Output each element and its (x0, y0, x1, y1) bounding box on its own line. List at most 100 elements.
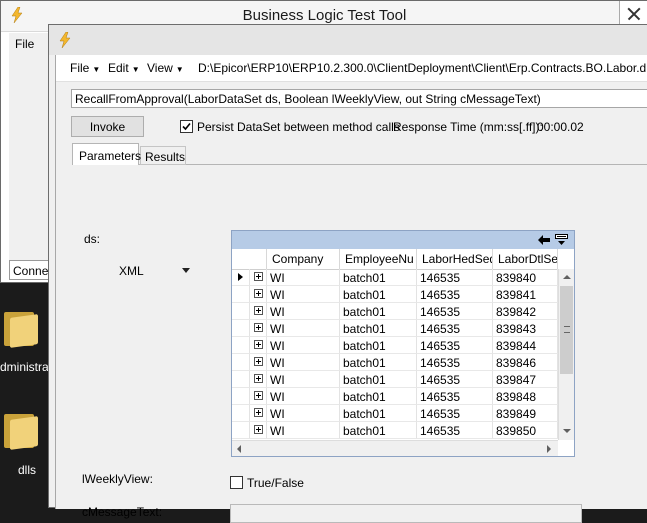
table-row[interactable]: WI batch01 146535 839848 (232, 388, 558, 405)
row-expander-cell[interactable] (250, 354, 267, 371)
menu-view[interactable]: View ▼ (147, 61, 184, 75)
cell-company[interactable]: WI (267, 388, 340, 405)
cell-labordtlseq[interactable]: 839842 (493, 303, 558, 320)
desktop-icon-dlls[interactable]: dlls (0, 410, 50, 480)
row-expander-cell[interactable] (250, 320, 267, 337)
cell-labordtlseq[interactable]: 839844 (493, 337, 558, 354)
menu-file[interactable]: File ▼ (70, 61, 100, 75)
table-row[interactable]: WI batch01 146535 839843 (232, 320, 558, 337)
column-header-laborhedseq[interactable]: LaborHedSeq (417, 249, 493, 269)
row-expander-cell[interactable] (250, 388, 267, 405)
cell-employeenum[interactable]: batch01 (340, 405, 417, 422)
row-expander-cell[interactable] (250, 405, 267, 422)
expand-plus-icon[interactable] (254, 323, 263, 332)
cell-employeenum[interactable]: batch01 (340, 286, 417, 303)
table-row[interactable]: WI batch01 146535 839847 (232, 371, 558, 388)
cell-laborhedseq[interactable]: 146535 (417, 269, 493, 286)
cell-labordtlseq[interactable]: 839847 (493, 371, 558, 388)
cell-laborhedseq[interactable]: 146535 (417, 371, 493, 388)
table-row[interactable]: WI batch01 146535 839846 (232, 354, 558, 371)
tab-results[interactable]: Results (140, 146, 186, 165)
message-text-field[interactable] (230, 504, 582, 523)
back-connection-tab[interactable]: Conne (9, 260, 53, 280)
table-row[interactable]: WI batch01 146535 839849 (232, 405, 558, 422)
cell-company[interactable]: WI (267, 405, 340, 422)
row-selector[interactable] (232, 354, 250, 371)
cell-company[interactable]: WI (267, 422, 340, 439)
table-row[interactable]: WI batch01 146535 839844 (232, 337, 558, 354)
cell-employeenum[interactable]: batch01 (340, 269, 417, 286)
expand-plus-icon[interactable] (254, 340, 263, 349)
row-selector[interactable] (232, 371, 250, 388)
expand-plus-icon[interactable] (254, 408, 263, 417)
cell-company[interactable]: WI (267, 354, 340, 371)
cell-laborhedseq[interactable]: 146535 (417, 354, 493, 371)
scroll-right-icon[interactable] (547, 445, 551, 453)
cell-company[interactable]: WI (267, 371, 340, 388)
desktop-icon-administrator[interactable]: dministra (0, 308, 50, 378)
cell-laborhedseq[interactable]: 146535 (417, 286, 493, 303)
method-window-titlebar[interactable] (49, 25, 647, 55)
cell-laborhedseq[interactable]: 146535 (417, 405, 493, 422)
cell-company[interactable]: WI (267, 303, 340, 320)
row-expander-cell[interactable] (250, 371, 267, 388)
persist-dataset-checkbox[interactable] (180, 120, 193, 133)
cell-labordtlseq[interactable]: 839850 (493, 422, 558, 439)
expand-plus-icon[interactable] (254, 391, 263, 400)
arrow-left-icon[interactable] (538, 235, 550, 245)
table-row[interactable]: WI batch01 146535 839842 (232, 303, 558, 320)
row-expander-cell[interactable] (250, 286, 267, 303)
cell-employeenum[interactable]: batch01 (340, 388, 417, 405)
table-row[interactable]: WI batch01 146535 839840 (232, 269, 558, 286)
back-file-menu[interactable]: File (15, 37, 34, 51)
cell-labordtlseq[interactable]: 839840 (493, 269, 558, 286)
invoke-button[interactable]: Invoke (71, 116, 144, 137)
cell-employeenum[interactable]: batch01 (340, 354, 417, 371)
cell-laborhedseq[interactable]: 146535 (417, 320, 493, 337)
cell-labordtlseq[interactable]: 839846 (493, 354, 558, 371)
column-header-employeenum[interactable]: EmployeeNu (340, 249, 417, 269)
weekly-view-checkbox[interactable] (230, 476, 243, 489)
cell-employeenum[interactable]: batch01 (340, 422, 417, 439)
cell-labordtlseq[interactable]: 839841 (493, 286, 558, 303)
row-expander-cell[interactable] (250, 422, 267, 439)
scroll-down-icon[interactable] (563, 429, 571, 433)
dataset-grid[interactable]: Company EmployeeNu LaborHedSeq LaborDtlS… (231, 230, 575, 457)
table-row[interactable]: WI batch01 146535 839841 (232, 286, 558, 303)
expand-plus-icon[interactable] (254, 357, 263, 366)
cell-company[interactable]: WI (267, 269, 340, 286)
scroll-up-icon[interactable] (563, 275, 571, 279)
cell-employeenum[interactable]: batch01 (340, 337, 417, 354)
row-selector[interactable] (232, 303, 250, 320)
cell-employeenum[interactable]: batch01 (340, 303, 417, 320)
cell-labordtlseq[interactable]: 839849 (493, 405, 558, 422)
cell-company[interactable]: WI (267, 337, 340, 354)
row-selector[interactable] (232, 388, 250, 405)
column-header-company[interactable]: Company (267, 249, 340, 269)
cell-employeenum[interactable]: batch01 (340, 371, 417, 388)
table-row[interactable]: WI batch01 146535 839850 (232, 422, 558, 439)
cell-laborhedseq[interactable]: 146535 (417, 303, 493, 320)
cell-company[interactable]: WI (267, 286, 340, 303)
row-selector[interactable] (232, 269, 250, 286)
cell-laborhedseq[interactable]: 146535 (417, 422, 493, 439)
column-header-labordtlseq[interactable]: LaborDtlSeq (493, 249, 558, 269)
expand-plus-icon[interactable] (254, 374, 263, 383)
row-selector[interactable] (232, 320, 250, 337)
expand-plus-icon[interactable] (254, 425, 263, 434)
cell-labordtlseq[interactable]: 839848 (493, 388, 558, 405)
cell-company[interactable]: WI (267, 320, 340, 337)
vertical-scrollbar[interactable] (558, 269, 574, 440)
vertical-scroll-thumb[interactable] (560, 286, 573, 374)
horizontal-scrollbar[interactable] (232, 440, 558, 456)
row-selector[interactable] (232, 286, 250, 303)
tab-parameters[interactable]: Parameters (72, 143, 141, 165)
row-selector[interactable] (232, 422, 250, 439)
scroll-left-icon[interactable] (237, 445, 241, 453)
cell-labordtlseq[interactable]: 839843 (493, 320, 558, 337)
expand-plus-icon[interactable] (254, 289, 263, 298)
expand-plus-icon[interactable] (254, 272, 263, 281)
row-expander-cell[interactable] (250, 303, 267, 320)
column-chooser-icon[interactable] (555, 234, 568, 247)
menu-edit[interactable]: Edit ▼ (108, 61, 140, 75)
